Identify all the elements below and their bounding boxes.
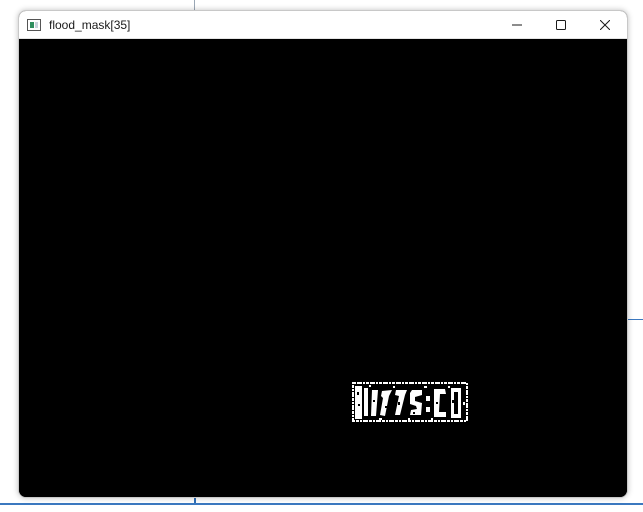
flood-mask-region	[352, 382, 468, 422]
maximize-button[interactable]	[539, 11, 583, 38]
background-line	[0, 503, 643, 505]
close-button[interactable]	[583, 11, 627, 38]
minimize-icon	[512, 24, 522, 25]
image-window[interactable]: flood_mask[35]	[18, 10, 628, 498]
desktop: flood_mask[35]	[0, 0, 643, 512]
close-icon	[600, 19, 610, 30]
app-icon[interactable]	[27, 18, 41, 31]
title-bar[interactable]: flood_mask[35]	[19, 11, 627, 39]
minimize-button[interactable]	[495, 11, 539, 38]
background-line	[626, 319, 643, 320]
window-controls	[495, 11, 627, 38]
image-canvas[interactable]	[19, 39, 627, 497]
maximize-icon	[556, 19, 566, 30]
window-title: flood_mask[35]	[49, 17, 131, 32]
